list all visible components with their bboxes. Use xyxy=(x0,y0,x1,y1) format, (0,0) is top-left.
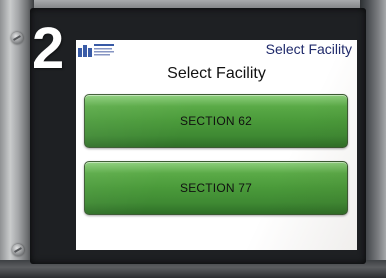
section-62-button[interactable]: SECTION 62 xyxy=(84,94,348,148)
screen-title: Select Facility xyxy=(167,65,266,82)
screw-icon xyxy=(12,244,24,256)
photo-scene: 2 Select Facility Select Facility SECTIO… xyxy=(0,0,386,278)
touchscreen-display: Select Facility Select Facility SECTION … xyxy=(76,40,357,250)
screw-icon xyxy=(11,32,23,44)
section-62-button-label: SECTION 62 xyxy=(179,114,253,128)
step-number: 2 xyxy=(32,16,65,81)
screen-header-title: Select Facility xyxy=(265,41,352,57)
company-logo-icon xyxy=(78,44,114,57)
section-77-button[interactable]: SECTION 77 xyxy=(84,161,348,215)
section-77-button-label: SECTION 77 xyxy=(179,181,253,195)
